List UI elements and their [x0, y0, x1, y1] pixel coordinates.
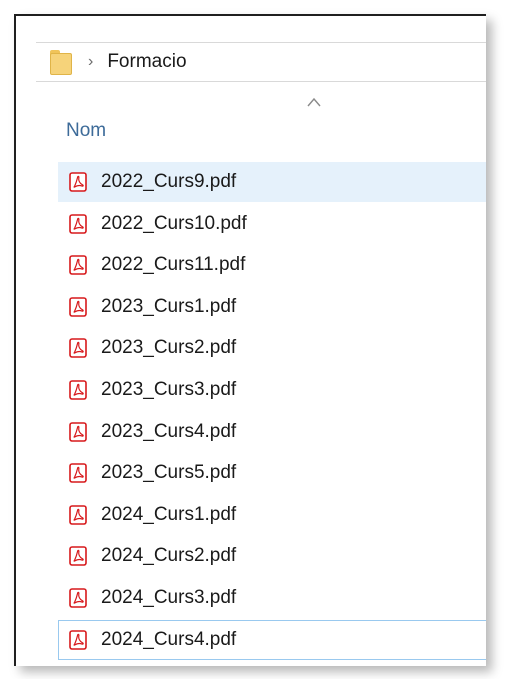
pdf-icon	[69, 629, 87, 650]
file-name: 2024_Curs3.pdf	[101, 586, 237, 608]
file-row-2022-curs9[interactable]: 2022_Curs9.pdf	[58, 162, 486, 202]
pdf-icon	[69, 213, 87, 234]
file-name: 2023_Curs3.pdf	[101, 378, 237, 400]
chevron-right-icon[interactable]: ›	[88, 54, 93, 70]
file-list: 2022_Curs9.pdf 2022_Curs10.pdf 2022_Curs…	[58, 162, 486, 661]
pdf-icon	[69, 588, 87, 608]
pdf-icon	[69, 296, 87, 317]
pdf-icon	[69, 255, 87, 275]
pdf-icon	[69, 463, 87, 483]
file-row-2024-curs4[interactable]: 2024_Curs4.pdf	[58, 619, 486, 660]
file-row-2023-curs2[interactable]: 2023_Curs2.pdf	[58, 328, 486, 368]
file-row-2022-curs11[interactable]: 2022_Curs11.pdf	[58, 245, 486, 285]
file-name: 2024_Curs2.pdf	[101, 545, 237, 567]
breadcrumb-item-formacio[interactable]: Formacio	[107, 51, 186, 73]
folder-icon	[50, 49, 72, 75]
file-name: 2022_Curs9.pdf	[101, 171, 237, 192]
file-row-2022-curs10[interactable]: 2022_Curs10.pdf	[58, 204, 486, 244]
file-explorer-window: › Formacio Nom 2022_Curs9.pdf 2022_Curs1…	[14, 14, 486, 666]
file-name: 2024_Curs1.pdf	[101, 503, 237, 525]
file-name: 2022_Curs10.pdf	[101, 212, 247, 234]
pdf-icon	[69, 421, 87, 442]
file-row-2023-curs5[interactable]: 2023_Curs5.pdf	[58, 453, 486, 493]
screenshot-stage: › Formacio Nom 2022_Curs9.pdf 2022_Curs1…	[0, 0, 515, 679]
file-name: 2023_Curs1.pdf	[101, 295, 237, 317]
file-name: 2023_Curs4.pdf	[101, 420, 237, 442]
file-row-2024-curs2[interactable]: 2024_Curs2.pdf	[58, 536, 486, 576]
file-row-2023-curs1[interactable]: 2023_Curs1.pdf	[58, 287, 486, 327]
pdf-icon	[69, 504, 87, 525]
column-header-name[interactable]: Nom	[66, 120, 106, 142]
file-row-2024-curs1[interactable]: 2024_Curs1.pdf	[58, 495, 486, 535]
file-name: 2022_Curs11.pdf	[101, 254, 246, 276]
file-row-2023-curs4[interactable]: 2023_Curs4.pdf	[58, 412, 486, 452]
pdf-icon	[69, 546, 87, 567]
file-row-2024-curs3[interactable]: 2024_Curs3.pdf	[58, 578, 486, 618]
file-name: 2023_Curs5.pdf	[101, 462, 237, 484]
file-name: 2024_Curs4.pdf	[101, 628, 237, 650]
address-bar[interactable]: › Formacio	[36, 42, 486, 82]
file-row-2023-curs3[interactable]: 2023_Curs3.pdf	[58, 370, 486, 410]
sort-ascending-icon	[307, 97, 321, 107]
file-name: 2023_Curs2.pdf	[101, 337, 237, 359]
pdf-icon	[69, 172, 87, 192]
pdf-icon	[69, 338, 87, 359]
pdf-icon	[69, 380, 87, 400]
